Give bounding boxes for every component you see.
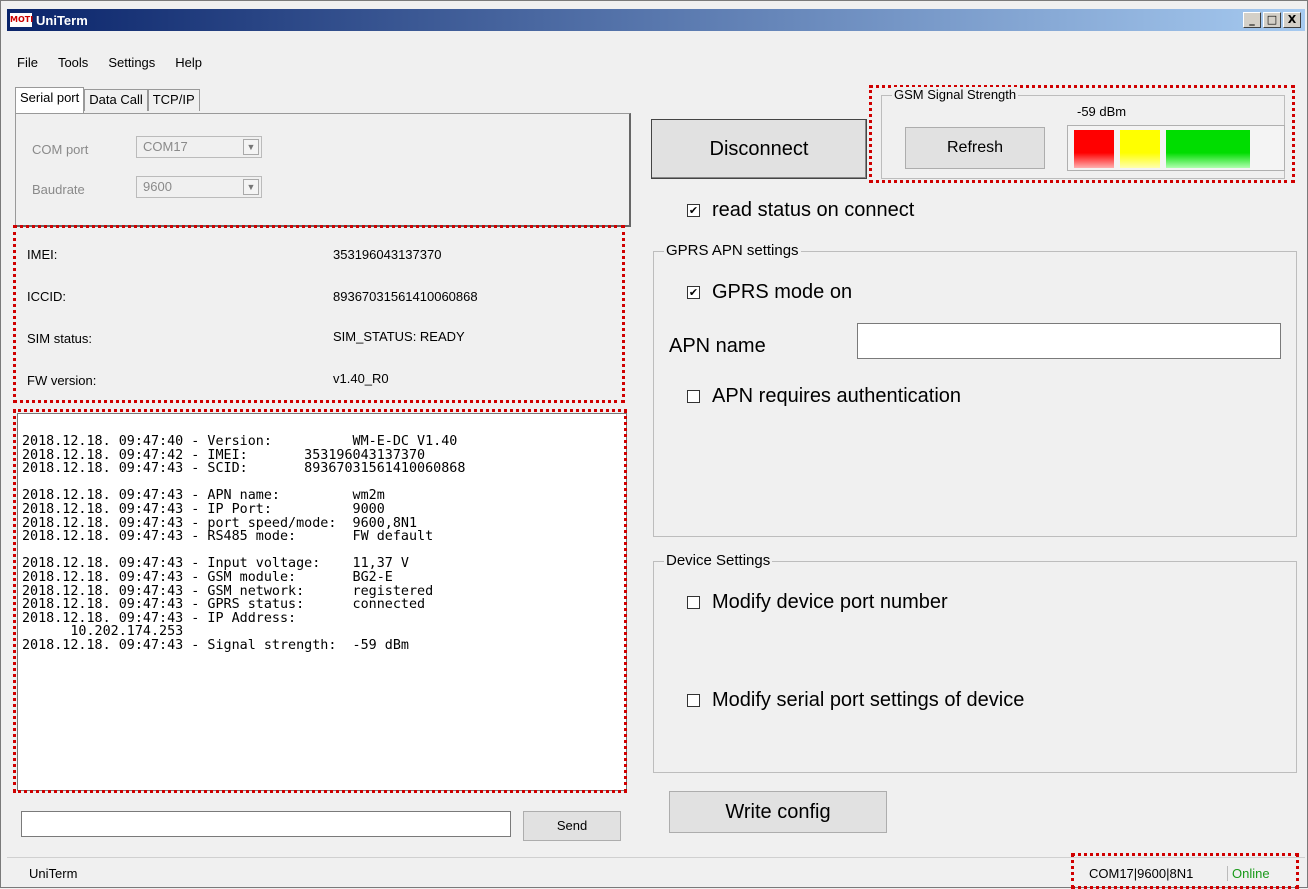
minimize-button[interactable]: _ [1243, 12, 1261, 28]
menu-tools[interactable]: Tools [48, 53, 98, 73]
maximize-button[interactable]: □ [1263, 12, 1281, 28]
refresh-button[interactable]: Refresh [905, 127, 1045, 169]
iccid-label: ICCID: [27, 289, 66, 304]
fw-version-label: FW version: [27, 373, 97, 388]
imei-value: 353196043137370 [333, 247, 442, 262]
checkbox-unchecked-icon [687, 596, 700, 609]
menu-bar: File Tools Settings Help [7, 53, 212, 73]
tab-serial-port[interactable]: Serial port [15, 87, 85, 113]
checkbox-checked-icon: ✔ [687, 204, 700, 217]
write-config-button[interactable]: Write config [669, 791, 887, 833]
command-input[interactable] [21, 811, 511, 837]
signal-bar-green [1166, 130, 1250, 168]
com-port-label: COM port [32, 142, 89, 157]
gprs-mode-label: GPRS mode on [712, 281, 853, 303]
signal-bar-red [1074, 130, 1114, 168]
title-bar[interactable]: MOTI UniTerm _ □ X [7, 9, 1305, 31]
chevron-down-icon: ▼ [243, 139, 259, 155]
apn-name-label: APN name [669, 335, 766, 357]
checkbox-checked-icon: ✔ [687, 286, 700, 299]
read-status-label: read status on connect [712, 199, 915, 221]
baudrate-select[interactable]: 9600 ▼ [136, 176, 262, 198]
gprs-apn-title: GPRS APN settings [664, 242, 801, 259]
device-info-box [13, 225, 625, 403]
fw-version-value: v1.40_R0 [333, 371, 389, 386]
connection-tabs: Serial port Data Call TCP/IP [15, 87, 200, 113]
com-port-value: COM17 [143, 139, 188, 154]
menu-help[interactable]: Help [165, 53, 212, 73]
sim-status-value: SIM_STATUS: READY [333, 329, 465, 344]
app-logo-icon: MOTI [10, 13, 33, 27]
tab-tcp-ip[interactable]: TCP/IP [147, 89, 200, 111]
app-window: MOTI UniTerm _ □ X File Tools Settings H… [0, 0, 1308, 889]
signal-bar-yellow [1120, 130, 1160, 168]
gprs-mode-checkbox[interactable]: ✔ GPRS mode on [687, 281, 852, 304]
apn-name-input[interactable] [857, 323, 1281, 359]
modify-serial-label: Modify serial port settings of device [712, 689, 1025, 711]
disconnect-button[interactable]: Disconnect [651, 119, 867, 179]
checkbox-unchecked-icon [687, 694, 700, 707]
baudrate-value: 9600 [143, 179, 172, 194]
signal-meter [1067, 125, 1285, 171]
com-port-select[interactable]: COM17 ▼ [136, 136, 262, 158]
apn-auth-checkbox[interactable]: APN requires authentication [687, 385, 961, 408]
imei-label: IMEI: [27, 247, 58, 262]
chevron-down-icon: ▼ [243, 179, 259, 195]
send-button[interactable]: Send [523, 811, 621, 841]
status-highlight [1071, 853, 1299, 889]
log-highlight [13, 409, 627, 793]
iccid-value: 89367031561410060868 [333, 289, 478, 304]
sim-status-label: SIM status: [27, 331, 93, 346]
modify-port-label: Modify device port number [712, 591, 948, 613]
modify-port-checkbox[interactable]: Modify device port number [687, 591, 948, 614]
tab-data-call[interactable]: Data Call [84, 89, 148, 111]
menu-file[interactable]: File [7, 53, 48, 73]
close-button[interactable]: X [1283, 12, 1301, 28]
checkbox-unchecked-icon [687, 390, 700, 403]
gsm-signal-title: GSM Signal Strength [892, 87, 1019, 102]
baudrate-label: Baudrate [32, 182, 85, 197]
device-settings-title: Device Settings [664, 552, 773, 569]
serial-port-panel: COM port COM17 ▼ Baudrate 9600 ▼ [15, 113, 631, 227]
status-app-name: UniTerm [29, 866, 78, 881]
window-title: UniTerm [36, 12, 88, 28]
apn-auth-label: APN requires authentication [712, 385, 962, 407]
signal-dbm-value: -59 dBm [1077, 104, 1127, 119]
modify-serial-checkbox[interactable]: Modify serial port settings of device [687, 689, 1024, 712]
read-status-checkbox[interactable]: ✔ read status on connect [687, 199, 914, 222]
menu-settings[interactable]: Settings [98, 53, 165, 73]
